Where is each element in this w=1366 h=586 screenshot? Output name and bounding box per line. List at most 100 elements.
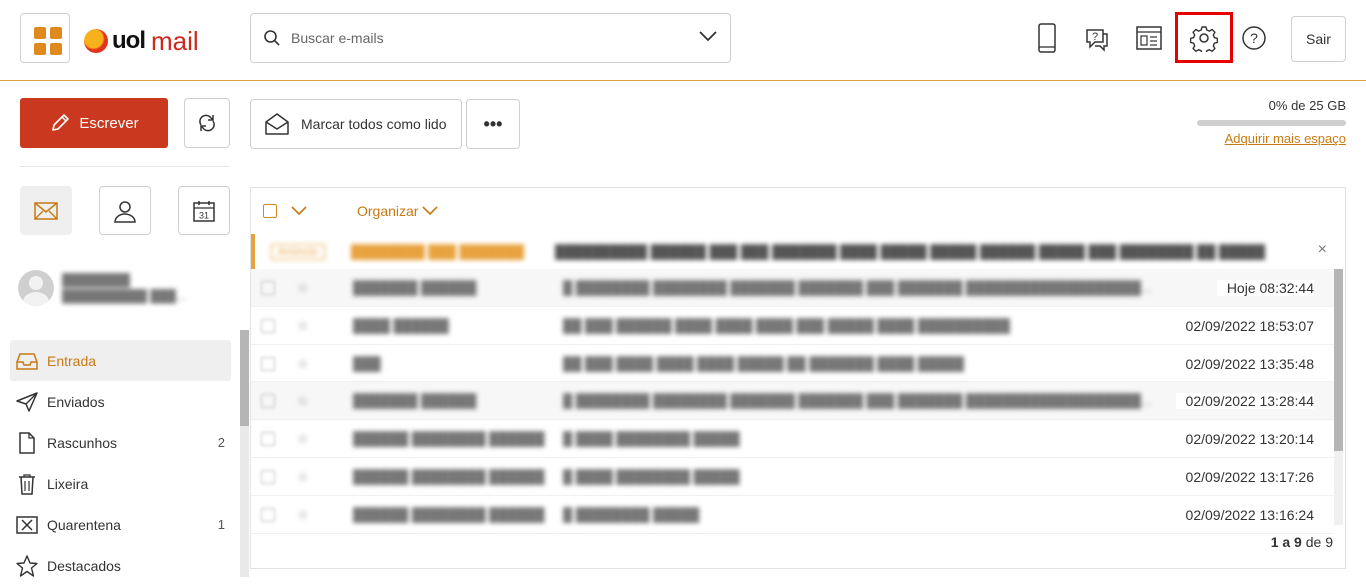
search-bar bbox=[250, 13, 731, 63]
folder-trash[interactable]: Lixeira bbox=[10, 463, 231, 504]
svg-text:?: ? bbox=[1092, 31, 1098, 43]
organize-dropdown[interactable]: Organizar bbox=[357, 203, 439, 219]
row-checkbox[interactable] bbox=[261, 356, 275, 371]
folder-inbox[interactable]: Entrada bbox=[10, 340, 231, 381]
settings-button[interactable] bbox=[1186, 20, 1222, 56]
close-icon[interactable]: × bbox=[1318, 241, 1327, 259]
top-bar: uol mail ? ? Sair bbox=[0, 0, 1366, 81]
folder-starred[interactable]: Destacados bbox=[10, 545, 231, 586]
send-icon bbox=[16, 391, 38, 413]
mail-app-button[interactable] bbox=[20, 186, 72, 235]
compose-button[interactable]: Escrever bbox=[20, 98, 168, 148]
apps-menu-button[interactable] bbox=[20, 13, 70, 63]
more-actions-button[interactable]: ••• bbox=[466, 99, 520, 149]
inbox-icon bbox=[16, 350, 38, 372]
sponsored-message-row[interactable]: Anúncio ████████ ███ ███████ ██████████ … bbox=[251, 234, 1345, 269]
row-sender-redacted: ██████ ████████ ██████ bbox=[353, 468, 545, 484]
search-icon bbox=[264, 30, 280, 46]
row-checkbox[interactable] bbox=[261, 432, 275, 447]
row-sender-redacted: ███████ ██████ bbox=[353, 393, 477, 409]
sidebar-scrollbar[interactable] bbox=[240, 330, 249, 577]
table-row[interactable]: ☆ ██████ ████████ ██████ █ ████████ ████… bbox=[251, 496, 1334, 534]
row-sender-redacted: ██████ ████████ ██████ bbox=[353, 431, 545, 447]
svg-text:?: ? bbox=[1250, 30, 1258, 46]
layout-icon bbox=[1136, 26, 1162, 50]
row-subject-redacted: █ ████████ ████████ ███████ ███████ ███ … bbox=[563, 280, 1152, 295]
chevron-down-icon bbox=[422, 206, 439, 216]
layout-button[interactable] bbox=[1131, 20, 1167, 56]
draft-icon bbox=[16, 431, 38, 454]
help-button[interactable]: ? bbox=[1236, 20, 1272, 56]
row-subject-redacted: ██ ███ ████ ████ ████ █████ ██ ███████ █… bbox=[563, 355, 964, 371]
folder-label: Destacados bbox=[47, 557, 121, 574]
list-scrollbar[interactable] bbox=[1334, 269, 1343, 525]
row-sender-redacted: ██████ ████████ ██████ bbox=[353, 506, 545, 522]
table-row[interactable]: ☆ ███████ ██████ █ ████████ ████████ ███… bbox=[251, 382, 1334, 421]
search-input[interactable] bbox=[291, 30, 671, 46]
pager-range: 1 a 9 bbox=[1270, 534, 1302, 550]
row-date: 02/09/2022 13:16:24 bbox=[1175, 506, 1314, 523]
organize-label: Organizar bbox=[357, 203, 419, 219]
uol-mail-logo[interactable]: uol mail bbox=[84, 26, 199, 56]
sidebar-divider bbox=[20, 166, 230, 167]
sidebar-scroll-thumb[interactable] bbox=[240, 330, 249, 426]
open-envelope-icon bbox=[265, 113, 289, 135]
mark-all-read-button[interactable]: Marcar todos como lido bbox=[250, 99, 462, 149]
table-row[interactable]: ☆ ███████ ██████ █ ████████ ████████ ███… bbox=[251, 269, 1334, 307]
row-sender-redacted: ████ ██████ bbox=[353, 317, 449, 333]
row-checkbox[interactable] bbox=[261, 507, 275, 522]
list-header: Organizar bbox=[251, 188, 1345, 234]
message-list: Organizar Anúncio ████████ ███ ███████ █… bbox=[250, 187, 1346, 569]
folder-label: Lixeira bbox=[47, 475, 89, 492]
help-chat-button[interactable]: ? bbox=[1079, 20, 1115, 56]
row-star-redacted: ☆ bbox=[297, 393, 309, 409]
folder-label: Quarentena bbox=[47, 516, 121, 533]
folder-drafts[interactable]: Rascunhos 2 bbox=[10, 422, 231, 463]
row-subject-redacted: █ ████████ █████ bbox=[563, 506, 700, 522]
account-info[interactable]: ████████ ██████████ ███... bbox=[18, 266, 233, 310]
row-subject-redacted: ██ ███ ██████ ████ ████ ████ ███ █████ █… bbox=[563, 317, 1010, 333]
row-star-redacted: ☆ bbox=[297, 280, 309, 295]
row-star-redacted: ☆ bbox=[297, 468, 309, 484]
row-sender-redacted: ███████ ██████ bbox=[353, 280, 477, 295]
table-row[interactable]: ☆ ██████ ████████ ██████ █ ████ ████████… bbox=[251, 458, 1334, 496]
refresh-button[interactable] bbox=[184, 98, 230, 148]
search-options-chevron-icon[interactable] bbox=[698, 29, 718, 43]
pencil-icon bbox=[52, 114, 70, 131]
row-checkbox[interactable] bbox=[261, 281, 275, 295]
row-checkbox[interactable] bbox=[261, 469, 275, 484]
person-icon bbox=[114, 200, 136, 223]
contacts-button[interactable] bbox=[99, 186, 151, 235]
ad-sender-redacted: ████████ ███ ███████ bbox=[351, 244, 525, 259]
mobile-app-button[interactable] bbox=[1029, 20, 1065, 56]
calendar-icon: 31 bbox=[193, 200, 215, 222]
table-row[interactable]: ☆ ████ ██████ ██ ███ ██████ ████ ████ ██… bbox=[251, 307, 1334, 345]
logo-product: mail bbox=[151, 25, 199, 56]
folder-label: Entrada bbox=[47, 352, 97, 369]
folder-quarantine[interactable]: Quarentena 1 bbox=[10, 504, 231, 545]
message-rows: ☆ ███████ ██████ █ ████████ ████████ ███… bbox=[251, 269, 1334, 534]
calendar-button[interactable]: 31 bbox=[178, 186, 230, 235]
compose-label: Escrever bbox=[79, 114, 139, 132]
folder-sent[interactable]: Enviados bbox=[10, 381, 231, 422]
folder-label: Enviados bbox=[47, 393, 105, 410]
star-icon bbox=[16, 554, 38, 577]
uol-logo-ball bbox=[84, 29, 108, 53]
table-row[interactable]: ☆ ███ ██ ███ ████ ████ ████ █████ ██ ███… bbox=[251, 345, 1334, 383]
pager-total: 9 bbox=[1325, 534, 1333, 550]
list-scroll-thumb[interactable] bbox=[1334, 269, 1343, 451]
ad-badge-redacted: Anúncio bbox=[271, 244, 325, 260]
folder-label: Rascunhos bbox=[47, 434, 118, 451]
trash-icon bbox=[16, 473, 38, 495]
row-checkbox[interactable] bbox=[261, 394, 275, 409]
refresh-icon bbox=[199, 114, 215, 132]
select-all-checkbox[interactable] bbox=[263, 204, 277, 218]
buy-storage-link[interactable]: Adquirir mais espaço bbox=[1197, 131, 1346, 146]
row-checkbox[interactable] bbox=[261, 318, 275, 333]
select-options-chevron-icon[interactable] bbox=[291, 206, 307, 216]
quota-text: 0% de 25 GB bbox=[1268, 98, 1346, 113]
ad-subject-redacted: ██████████ ██████ ███ ███ ███████ ████ █… bbox=[555, 244, 1266, 259]
table-row[interactable]: ☆ ██████ ████████ ██████ █ ████ ████████… bbox=[251, 420, 1334, 458]
logout-button[interactable]: Sair bbox=[1291, 16, 1346, 62]
row-star-redacted: ☆ bbox=[297, 355, 309, 371]
